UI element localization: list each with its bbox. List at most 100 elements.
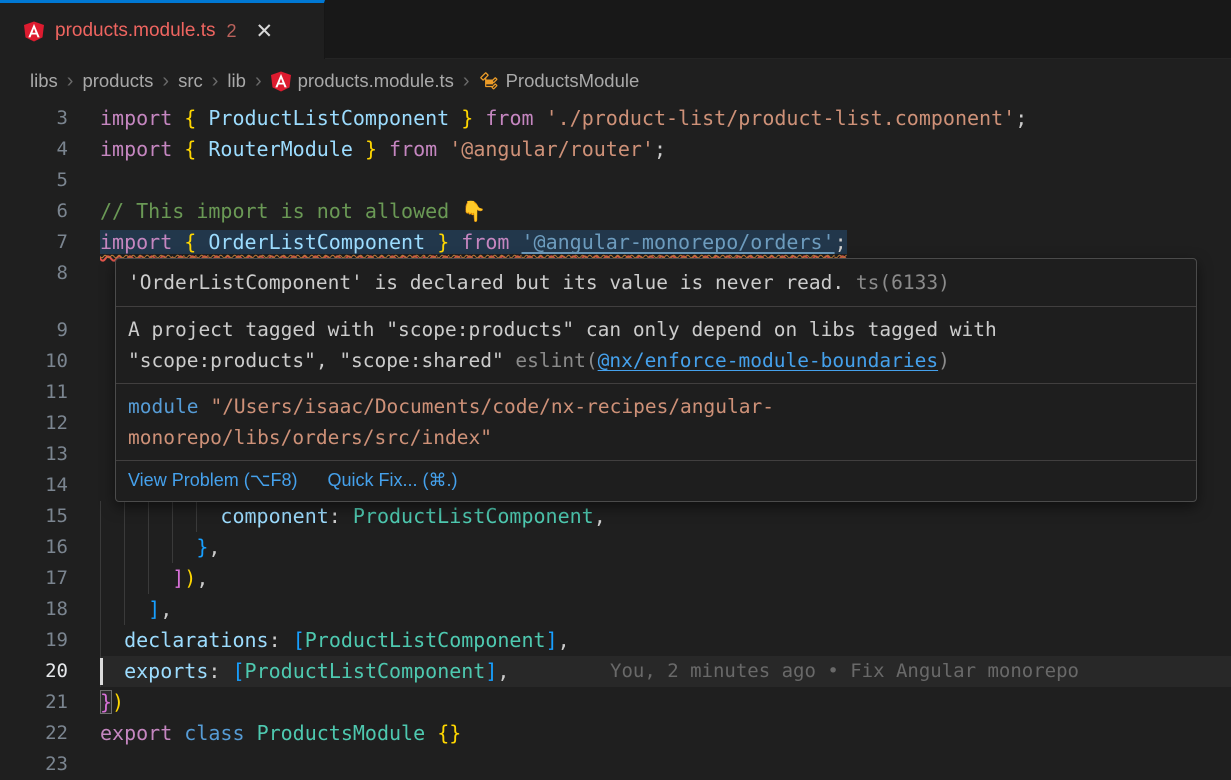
breadcrumb: libs › products › src › lib › products.module.t…: [0, 59, 1231, 103]
diagnostic-eslint-line2: "scope:products", "scope:shared" eslint(…: [128, 345, 1184, 376]
indent-guide: [100, 563, 101, 594]
line-number: 19: [0, 625, 68, 656]
line-number: 18: [0, 594, 68, 625]
line-number: 16: [0, 532, 68, 563]
breadcrumb-item-lib[interactable]: lib: [227, 70, 246, 92]
indent-guide: [196, 501, 197, 532]
code-line-21[interactable]: 21}): [0, 687, 1231, 718]
code-line-15[interactable]: 15 component: ProductListComponent,: [0, 501, 1231, 532]
code-text[interactable]: // This import is not allowed 👇: [100, 196, 1231, 227]
code-text[interactable]: ]),: [100, 563, 1231, 594]
indent-guide: [100, 501, 101, 532]
line-number: 3: [0, 103, 68, 134]
code-line-3[interactable]: 3 import { ProductListComponent } from '.…: [0, 103, 1231, 134]
breadcrumb-item-src[interactable]: src: [178, 70, 203, 92]
indent-guide: [148, 532, 149, 563]
code-line-5[interactable]: 5: [0, 165, 1231, 196]
code-text[interactable]: [100, 749, 1231, 780]
code-text[interactable]: }): [100, 687, 1231, 718]
indent-guide: [124, 501, 125, 532]
line-number: 6: [0, 196, 68, 227]
line-number: 4: [0, 134, 68, 165]
indent-guide: [172, 532, 173, 563]
indent-guide: [100, 594, 101, 625]
code-text[interactable]: },: [100, 532, 1231, 563]
line-number: 5: [0, 165, 68, 196]
breadcrumb-separator: ›: [255, 70, 262, 93]
line-number: 21: [0, 687, 68, 718]
text-cursor: [100, 658, 103, 685]
view-problem-action[interactable]: View Problem (⌥F8): [128, 467, 297, 493]
breadcrumb-item-libs[interactable]: libs: [30, 70, 58, 92]
indent-guide: [172, 501, 173, 532]
angular-icon: [24, 21, 44, 42]
tab-products-module[interactable]: products.module.ts 2 ✕: [0, 0, 325, 59]
indent-guide: [148, 501, 149, 532]
code-line-4[interactable]: 4 import { RouterModule } from '@angular/…: [0, 134, 1231, 165]
tab-title: products.module.ts: [55, 20, 216, 42]
code-line-17[interactable]: 17 ]),: [0, 563, 1231, 594]
code-line-6[interactable]: 6 // This import is not allowed 👇: [0, 196, 1231, 227]
line-number: 8: [0, 258, 68, 289]
tab-error-count-badge: 2: [227, 21, 237, 42]
eslint-rule-link[interactable]: @nx/enforce-module-boundaries: [598, 349, 938, 372]
line-number: 12: [0, 408, 68, 439]
tab-close-icon[interactable]: ✕: [256, 21, 274, 42]
line-number: 15: [0, 501, 68, 532]
tab-bar: products.module.ts 2 ✕: [0, 0, 1231, 59]
module-info: module "/Users/isaac/Documents/code/nx-re…: [116, 383, 1196, 460]
code-text[interactable]: import { ProductListComponent } from './…: [100, 103, 1231, 134]
diagnostic-eslint: A project tagged with "scope:products" c…: [116, 306, 1196, 383]
code-editor[interactable]: 3 import { ProductListComponent } from '.…: [0, 103, 1231, 780]
code-line-23[interactable]: 23: [0, 749, 1231, 780]
code-text[interactable]: component: ProductListComponent,: [100, 501, 1231, 532]
code-text[interactable]: import { OrderListComponent } from '@ang…: [100, 227, 1231, 258]
line-number: 22: [0, 718, 68, 749]
breadcrumb-item-products.module.ts[interactable]: products.module.ts: [271, 70, 454, 92]
code-text[interactable]: declarations: [ProductListComponent],: [100, 625, 1231, 656]
breadcrumb-separator: ›: [212, 70, 219, 93]
line-number: 23: [0, 749, 68, 780]
code-text[interactable]: ],: [100, 594, 1231, 625]
code-text[interactable]: [100, 165, 1231, 196]
line-number: 14: [0, 470, 68, 501]
line-number: 10: [0, 346, 68, 377]
indent-guide: [100, 625, 101, 656]
line-number: 13: [0, 439, 68, 470]
line-number: 20: [0, 656, 68, 687]
indent-guide: [100, 532, 101, 563]
breadcrumb-separator: ›: [463, 70, 470, 93]
indent-guide: [148, 563, 149, 594]
indent-guide: [124, 594, 125, 625]
module-path-line1: "/Users/isaac/Documents/code/nx-recipes/…: [210, 395, 774, 418]
breadcrumb-separator: ›: [162, 70, 169, 93]
line-number: 7: [0, 227, 68, 258]
line-number: 11: [0, 377, 68, 408]
diagnostic-ts: 'OrderListComponent' is declared but its…: [116, 259, 1196, 306]
indent-guide: [124, 532, 125, 563]
code-line-16[interactable]: 16 },: [0, 532, 1231, 563]
line-number: 9: [0, 315, 68, 346]
angular-icon: [271, 71, 291, 92]
code-line-22[interactable]: 22 export class ProductsModule {}: [0, 718, 1231, 749]
module-keyword: module: [128, 395, 198, 418]
breadcrumb-item-products[interactable]: products: [82, 70, 153, 92]
code-text[interactable]: exports: [ProductListComponent],You, 2 m…: [100, 656, 1231, 687]
code-line-19[interactable]: 19 declarations: [ProductListComponent],: [0, 625, 1231, 656]
code-text[interactable]: export class ProductsModule {}: [100, 718, 1231, 749]
breadcrumb-separator: ›: [67, 70, 74, 93]
module-path-line2: monorepo/libs/orders/src/index": [128, 426, 492, 449]
git-blame-annotation: You, 2 minutes ago • Fix Angular monorep…: [610, 656, 1079, 687]
class-symbol-icon: [479, 71, 499, 91]
indent-guide: [124, 563, 125, 594]
code-line-20[interactable]: 20 exports: [ProductListComponent],You, …: [0, 656, 1231, 687]
tab-file-icon-slot: [24, 21, 44, 41]
diagnostic-ts-message: 'OrderListComponent' is declared but its…: [128, 271, 844, 294]
quick-fix-action[interactable]: Quick Fix... (⌘.): [327, 467, 457, 493]
code-line-7[interactable]: 7 import { OrderListComponent } from '@an…: [0, 227, 1231, 258]
hover-actions: View Problem (⌥F8) Quick Fix... (⌘.): [116, 460, 1196, 501]
breadcrumb-item-productsmodule[interactable]: ProductsModule: [479, 70, 640, 92]
code-text[interactable]: import { RouterModule } from '@angular/r…: [100, 134, 1231, 165]
diagnostic-eslint-line1: A project tagged with "scope:products" c…: [128, 314, 1184, 345]
code-line-18[interactable]: 18 ],: [0, 594, 1231, 625]
